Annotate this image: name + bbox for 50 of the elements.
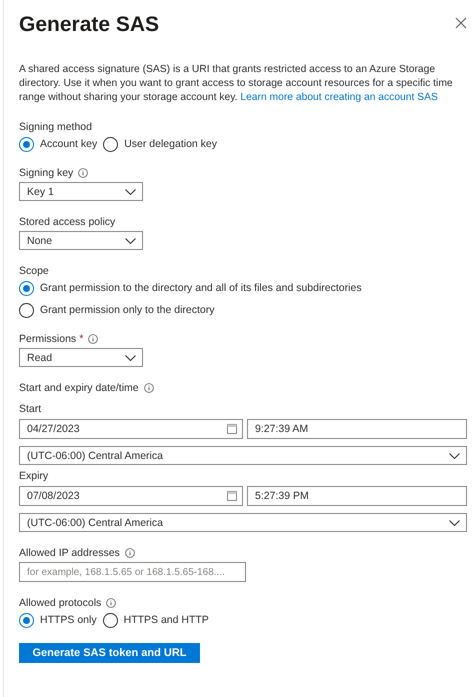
radio-button[interactable]	[19, 612, 34, 628]
calendar-icon[interactable]	[227, 491, 237, 501]
radio-button[interactable]	[19, 280, 34, 296]
date-field[interactable]: 04/27/2023	[19, 419, 243, 439]
field-label: Allowed protocols	[19, 596, 102, 608]
calendar-icon[interactable]	[227, 424, 237, 434]
field-label: Start and expiry date/time	[19, 382, 139, 394]
info-icon[interactable]	[124, 548, 135, 558]
date-field[interactable]: 07/08/2023	[19, 486, 243, 506]
chevron-down-icon	[125, 354, 136, 360]
time-field[interactable]: 9:27:39 AM	[247, 419, 467, 439]
generate-button[interactable]: Generate SAS token and URL	[19, 643, 200, 663]
timezone-dropdown[interactable]: (UTC-06:00) Central America	[19, 446, 467, 465]
dropdown[interactable]: Key 1	[19, 182, 143, 201]
field-label: Allowed IP addresses	[19, 546, 120, 558]
field-label: Permissions	[19, 332, 76, 344]
close-icon[interactable]	[455, 17, 467, 29]
chevron-down-icon	[449, 452, 460, 458]
option-label[interactable]: HTTPS and HTTP	[124, 614, 209, 626]
dropdown[interactable]: None	[19, 231, 143, 250]
radio-button[interactable]	[102, 612, 118, 628]
info-icon[interactable]	[106, 598, 116, 608]
field-label: Scope	[19, 264, 49, 276]
option-label[interactable]: Account key	[40, 138, 98, 150]
required-mark: *	[79, 332, 84, 344]
description: A shared access signature (SAS) is a URI that grants restricted access to an Azure Storage directory. Use it when you want to grant access to storage account resources for a specific time range without sharing your storage account key. Learn more about creating an account SAS	[19, 63, 454, 105]
input-field[interactable]: for example, 168.1.5.65 or 168.1.5.65-168....	[19, 562, 246, 582]
option-label[interactable]: Grant permission only to the directory	[40, 304, 214, 316]
field-label: Signing method	[19, 120, 92, 132]
field-label: Expiry	[19, 470, 50, 483]
chevron-down-icon	[125, 238, 136, 244]
radio-button[interactable]	[19, 136, 34, 152]
chevron-down-icon	[449, 520, 460, 526]
panel-title: Generate SAS	[19, 13, 160, 37]
chevron-down-icon	[125, 188, 136, 194]
time-field[interactable]: 5:27:39 PM	[247, 486, 467, 506]
info-icon[interactable]	[144, 382, 154, 392]
info-icon[interactable]	[88, 334, 98, 344]
field-label: Signing key	[19, 166, 74, 178]
field-label: Stored access policy	[19, 216, 116, 228]
field-label: Start	[19, 403, 42, 416]
info-icon[interactable]	[78, 168, 88, 178]
timezone-dropdown[interactable]: (UTC-06:00) Central America	[19, 513, 467, 532]
option-label[interactable]: Grant permission to the directory and all of its files and subdirectories	[40, 282, 362, 294]
radio-button[interactable]	[103, 136, 118, 152]
learn-more-link[interactable]: Learn more about creating an account SAS	[240, 92, 438, 103]
radio-button[interactable]	[19, 302, 34, 318]
option-label[interactable]: User delegation key	[124, 138, 218, 150]
dropdown[interactable]: Read	[19, 348, 143, 367]
option-label[interactable]: HTTPS only	[40, 614, 97, 626]
